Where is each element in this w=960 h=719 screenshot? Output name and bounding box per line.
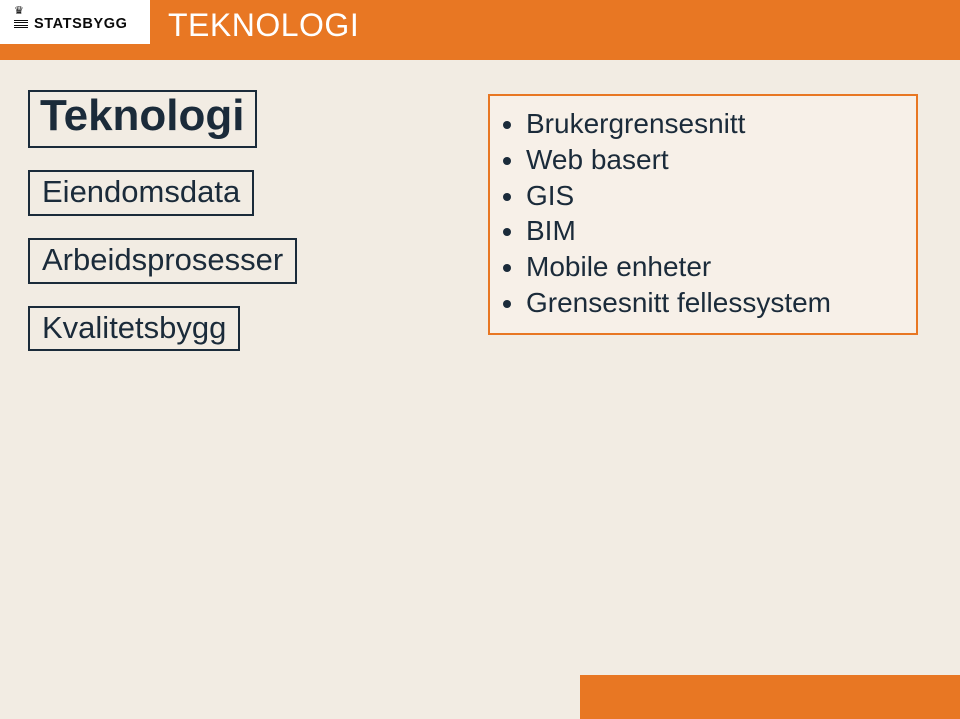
list-item: GIS xyxy=(526,178,900,214)
list-item: BIM xyxy=(526,213,900,249)
logo-mark: ♛ STATSBYGG xyxy=(14,12,127,32)
list-item: Mobile enheter xyxy=(526,249,900,285)
topic-box-kvalitetsbygg: Kvalitetsbygg xyxy=(28,306,240,352)
topic-box-teknologi: Teknologi xyxy=(28,90,257,148)
slide-page: ♛ STATSBYGG TEKNOLOGI Teknologi Eiendoms… xyxy=(0,0,960,719)
details-list: Brukergrensesnitt Web basert GIS BIM Mob… xyxy=(502,106,900,321)
list-item: Web basert xyxy=(526,142,900,178)
page-title: TEKNOLOGI xyxy=(168,7,359,44)
left-column: Teknologi Eiendomsdata Arbeidsprosesser … xyxy=(28,90,297,373)
footer-accent xyxy=(580,675,960,719)
brand-lines-icon xyxy=(14,20,28,30)
topic-box-arbeidsprosesser: Arbeidsprosesser xyxy=(28,238,297,284)
list-item: Brukergrensesnitt xyxy=(526,106,900,142)
topic-box-eiendomsdata: Eiendomsdata xyxy=(28,170,254,216)
brand-logo: ♛ STATSBYGG xyxy=(0,0,150,44)
details-panel: Brukergrensesnitt Web basert GIS BIM Mob… xyxy=(488,94,918,335)
brand-name: STATSBYGG xyxy=(34,17,127,32)
crown-icon: ♛ xyxy=(14,6,24,17)
list-item: Grensesnitt fellessystem xyxy=(526,285,900,321)
